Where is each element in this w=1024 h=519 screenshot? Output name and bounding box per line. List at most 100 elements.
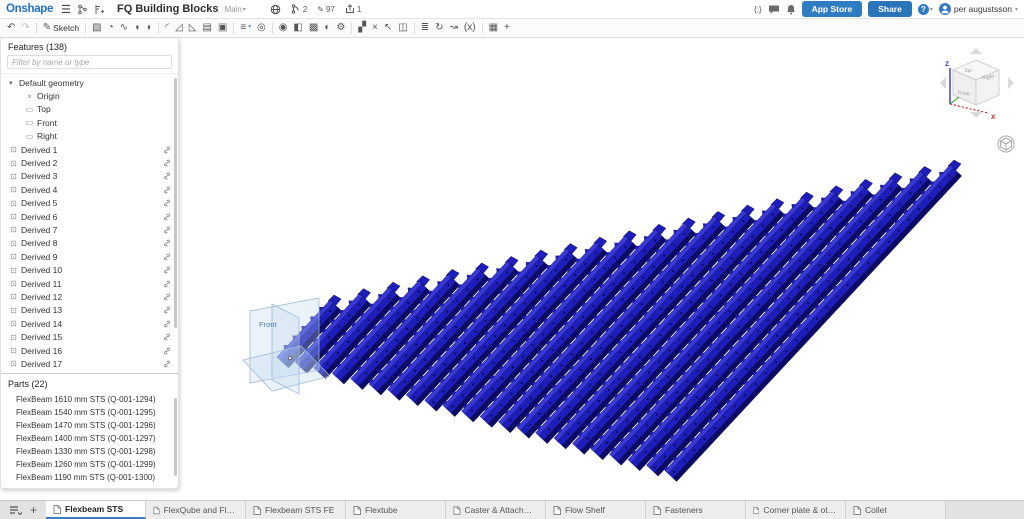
tree-item-derived[interactable]: ⊡ Derived 9 [1,250,178,263]
workspace-selector[interactable]: Main ▾ [224,5,245,14]
part-list-item[interactable]: FlexBeam 1400 mm STS (Q-001-1297) [1,432,178,445]
part-list-item[interactable]: FlexBeam 1260 mm STS (Q-001-1299) [1,458,178,471]
features-scrollbar[interactable] [174,78,177,328]
tab-corner-plate[interactable]: Corner plate & other pla.. [746,501,847,519]
tree-item-geometry[interactable]: ▭ Front [1,116,178,129]
curve-pattern-icon[interactable]: ↝ [450,23,458,33]
versions-count[interactable]: 2 [291,4,307,14]
split-icon[interactable]: ◫ [398,23,407,33]
tree-item-derived[interactable]: ⊡ Derived 7 [1,223,178,236]
revolve-icon[interactable]: ◔ [108,23,114,33]
tree-item-derived[interactable]: ⊡ Derived 2 [1,156,178,169]
tab-label: FlexQube and Flexplate [163,505,238,515]
loft-icon[interactable]: ◖ [134,23,140,33]
cube-faces[interactable] [951,59,1001,106]
document-title[interactable]: FQ Building Blocks [117,3,218,15]
front-plane[interactable] [242,297,331,395]
tree-item-derived[interactable]: ⊡ Derived 12 [1,290,178,303]
tree-item-derived[interactable]: ⊡ Derived 4 [1,183,178,196]
tree-item-geometry[interactable]: ▭ Right [1,130,178,143]
tab-flexbeam-sts-fe[interactable]: Flexbeam STS FE [246,501,347,519]
sketch-button[interactable]: ✎ Sketch [43,23,79,33]
tree-item-derived[interactable]: ⊡ Derived 13 [1,304,178,317]
part-settings-icon[interactable]: ⚙ [336,23,345,33]
section-view-icon[interactable]: ◧ [293,23,302,33]
tree-item-default-geometry[interactable]: ▾ Default geometry [1,76,178,89]
parts-scrollbar[interactable] [174,397,177,476]
tab-flextube[interactable]: Flextube [346,501,447,519]
tree-item-label: Derived 2 [21,158,58,169]
part-list-item[interactable]: FlexBeam 1190 mm STS (Q-001-1300) [1,471,178,484]
linear-pattern-icon[interactable]: ≣ [421,23,429,33]
undo-icon[interactable]: ↶ [7,23,15,33]
tree-item-derived[interactable]: ⊡ Derived 16 [1,344,178,357]
mirror-icon[interactable]: ▞ [358,23,366,33]
version-tree-icon[interactable] [77,4,88,15]
help-menu[interactable]: ? ▾ [917,3,933,15]
tree-item-derived[interactable]: ⊡ Derived 6 [1,210,178,223]
tab-collet[interactable]: Collet [846,501,947,519]
changes-count[interactable]: ✎ 97 [317,5,335,14]
share-button[interactable]: Share [868,1,912,17]
named-views-icon[interactable]: ▩ [309,23,318,33]
add-custom-feature-icon[interactable]: + [504,23,510,33]
rib-icon[interactable]: ▤ [202,23,211,33]
chamfer-icon[interactable]: ◿ [175,23,183,33]
comments-icon[interactable] [768,4,780,15]
circular-pattern-icon[interactable]: ↻ [435,23,443,33]
notifications-bell-icon[interactable] [786,4,796,15]
measure-icon[interactable]: ▦ [489,23,498,33]
shell-icon[interactable]: ▣ [218,23,227,33]
tree-item-derived[interactable]: ⊡ Derived 10 [1,263,178,276]
tree-item-geometry[interactable]: × Origin [1,89,178,102]
delete-part-icon[interactable]: × [372,23,378,33]
app-store-button[interactable]: App Store [801,1,863,17]
part-list-item[interactable]: FlexBeam 1610 mm STS (Q-001-1294) [1,393,178,406]
tab-fasteners[interactable]: Fasteners [646,501,747,519]
isometric-view-icon[interactable] [997,135,1015,153]
tree-item-derived[interactable]: ⊡ Derived 3 [1,170,178,183]
transform-icon[interactable]: ↖ [384,23,392,33]
add-tab-button[interactable]: + [30,503,37,517]
fillet-icon[interactable]: ◜ [165,23,169,33]
tab-flexbeam-sts[interactable]: Flexbeam STS [46,501,147,519]
tree-item-derived[interactable]: ⊡ Derived 15 [1,330,178,343]
part-list-item[interactable]: FlexBeam 1330 mm STS (Q-001-1298) [1,445,178,458]
tab-bar-controls: + [0,501,46,519]
redo-icon[interactable]: ↷ [21,23,29,33]
help-icon: ? [917,3,929,15]
tab-flexqube-and-flexplate[interactable]: FlexQube and Flexplate [146,501,247,519]
export-count[interactable]: 1 [345,4,361,14]
derived-feature-icon: ⊡ [10,185,17,195]
user-menu[interactable]: per augustsson ▾ [938,3,1018,15]
feature-filter-input[interactable]: Filter by name or type [7,55,172,69]
tree-item-derived[interactable]: ⊡ Derived 8 [1,237,178,250]
manage-tabs-icon[interactable] [9,505,22,516]
tab-caster-attachment[interactable]: Caster & Attachment [446,501,547,519]
draft-icon[interactable]: ◺ [189,23,197,33]
chevron-down-icon[interactable]: ▾ [9,79,16,87]
variables-icon[interactable]: (x) [464,23,476,33]
sweep-icon[interactable]: ∿ [120,23,128,33]
extrude-icon[interactable]: ▧ [92,23,101,33]
boolean-icon[interactable]: ≡ ▾ [240,23,251,33]
visibility-icon[interactable]: ◉ [279,23,288,33]
tree-item-derived[interactable]: ⊡ Derived 11 [1,277,178,290]
featurescript-icon[interactable]: {;} [754,5,762,14]
view-cube[interactable]: Top Front Right Z X [936,46,1022,158]
onshape-logo[interactable]: Onshape [6,3,53,15]
plane-icon: ▭ [25,104,34,114]
part-list-item[interactable]: FlexBeam 1540 mm STS (Q-001-1295) [1,406,178,419]
part-list-item[interactable]: FlexBeam 1470 mm STS (Q-001-1296) [1,419,178,432]
thicken-icon[interactable]: ◗ [146,23,152,33]
follow-mode-icon[interactable] [94,4,105,15]
appearance-icon[interactable]: ◐ [324,23,330,33]
tree-item-geometry[interactable]: ▭ Top [1,103,178,116]
tree-item-derived[interactable]: ⊡ Derived 17 [1,357,178,370]
main-menu-icon[interactable]: ☰ [61,3,71,16]
hole-icon[interactable]: ◎ [257,23,266,33]
tree-item-derived[interactable]: ⊡ Derived 1 [1,143,178,156]
tree-item-derived[interactable]: ⊡ Derived 5 [1,197,178,210]
tree-item-derived[interactable]: ⊡ Derived 14 [1,317,178,330]
tab-flow-shelf[interactable]: Flow Shelf [546,501,647,519]
